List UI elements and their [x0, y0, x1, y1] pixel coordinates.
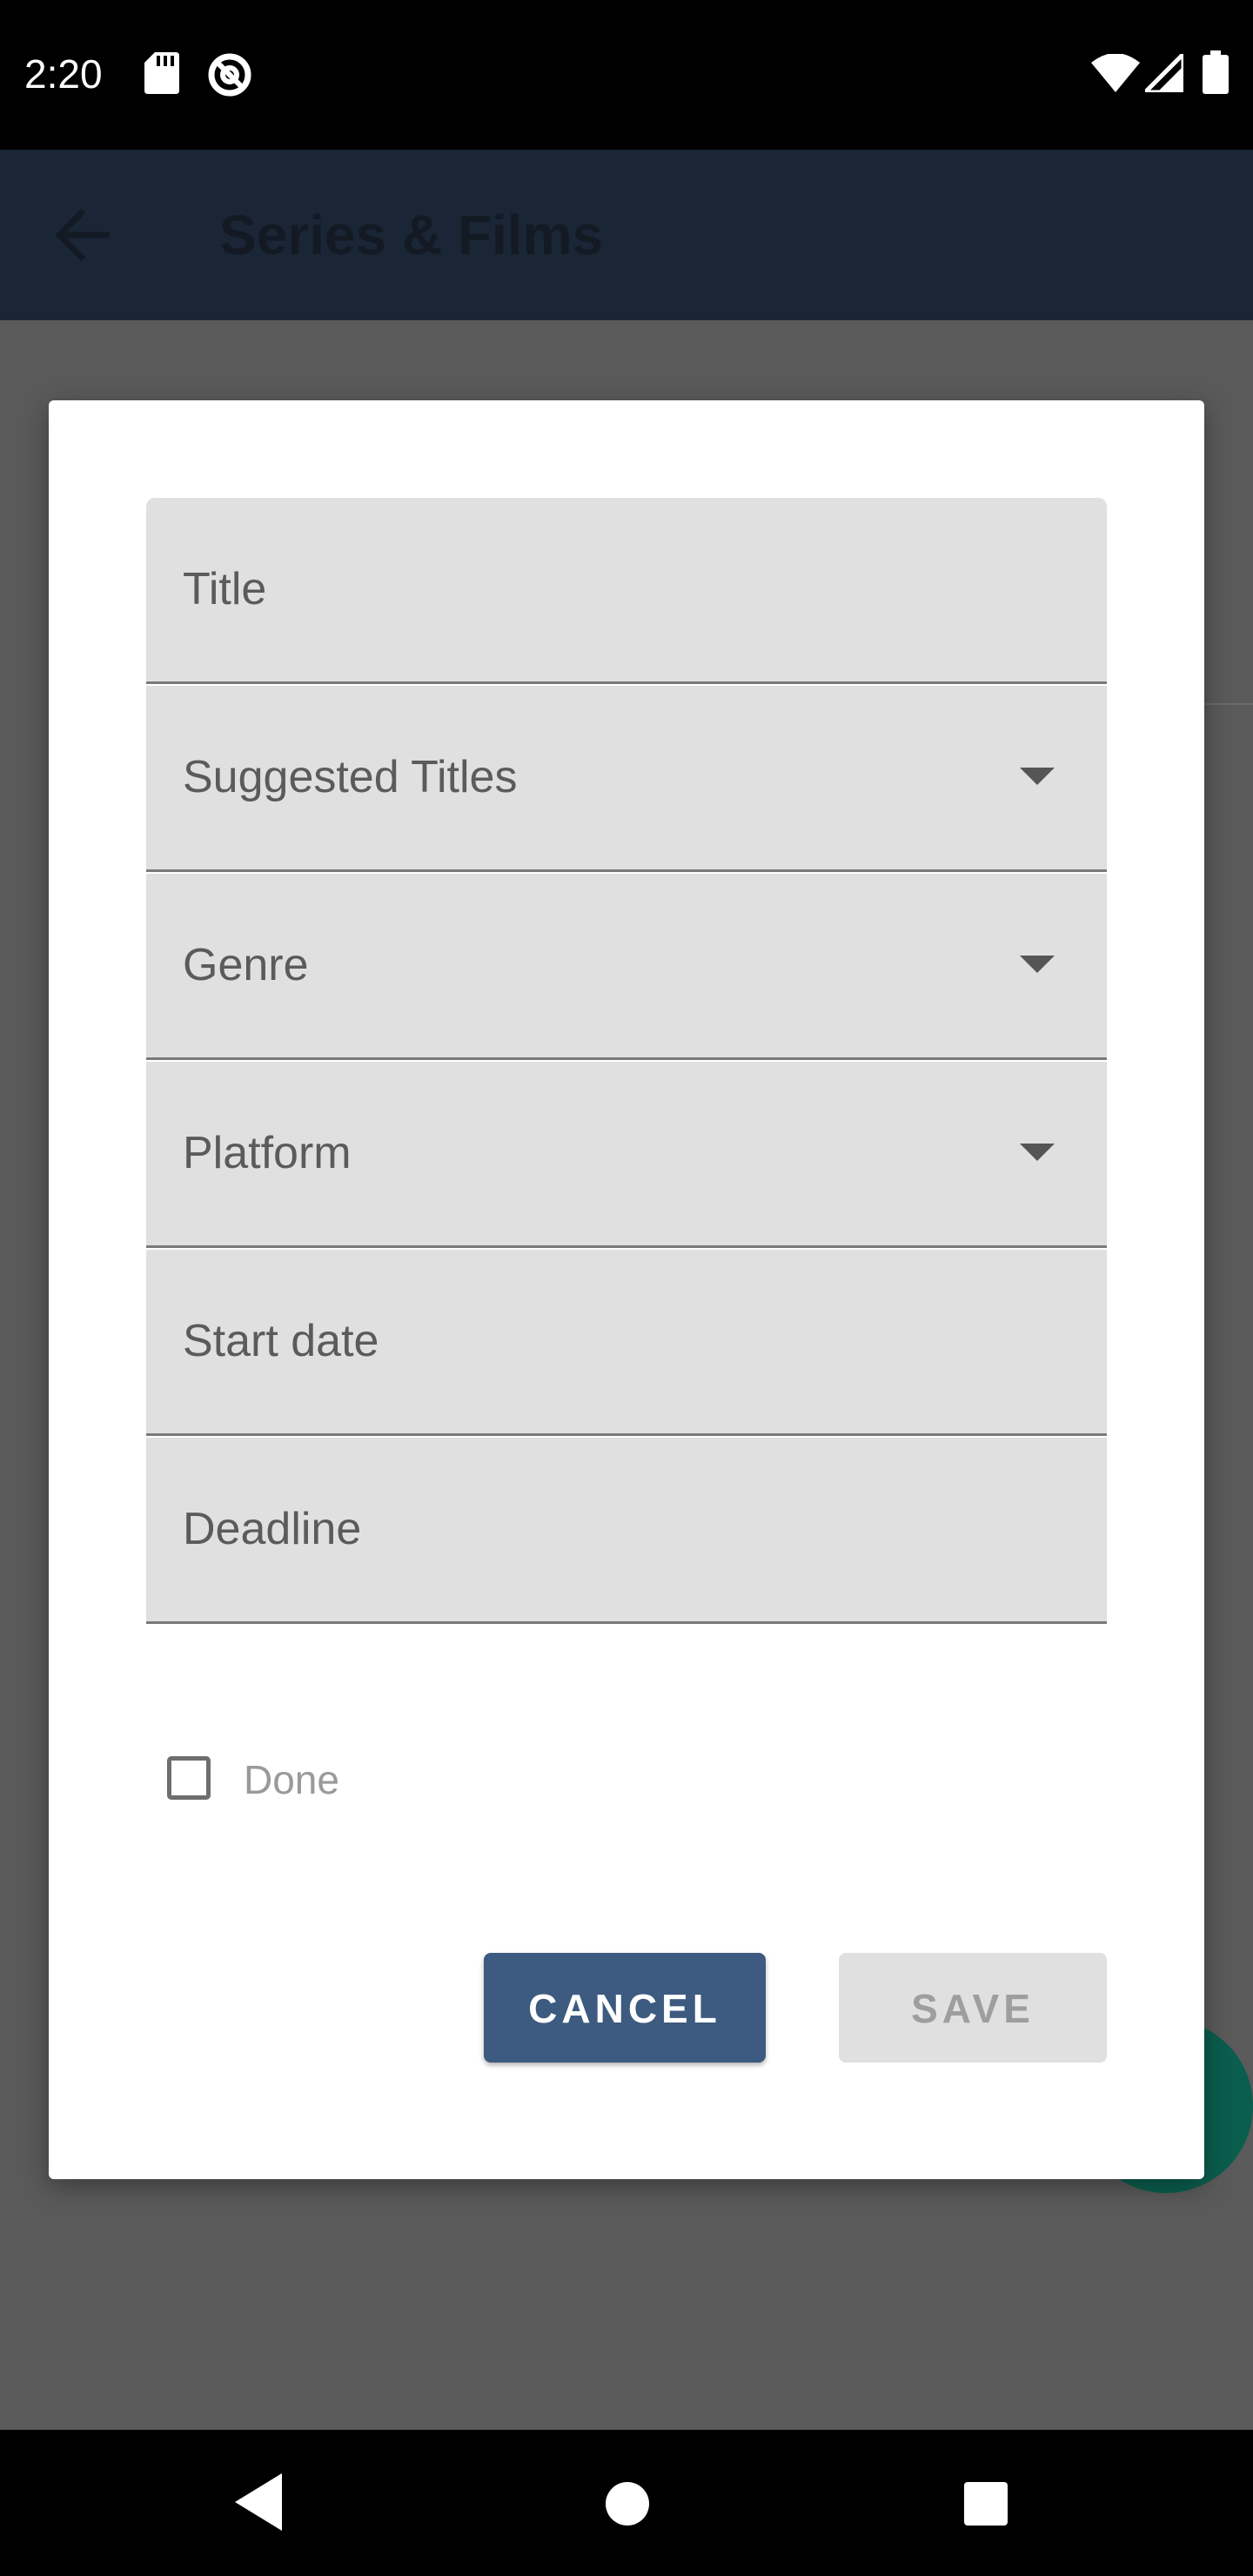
- app-bar: Series & Films: [0, 150, 1253, 320]
- do-not-disturb-icon: [208, 53, 251, 97]
- platform-label: Platform: [183, 1128, 352, 1178]
- dropdown-arrow-icon: [1020, 1144, 1055, 1161]
- done-checkbox[interactable]: [167, 1756, 211, 1800]
- signal-icon: [1145, 54, 1183, 92]
- title-field-label: Title: [183, 564, 267, 614]
- system-nav-bar: [0, 2430, 1253, 2576]
- status-bar: 2:20: [0, 0, 1253, 150]
- nav-recents-icon[interactable]: [964, 2482, 1008, 2526]
- platform-dropdown[interactable]: Platform: [146, 1062, 1107, 1248]
- battery-icon: [1203, 50, 1229, 94]
- deadline-field[interactable]: Deadline: [146, 1438, 1107, 1624]
- add-item-dialog: Title Suggested Titles Genre Platform St…: [49, 400, 1204, 2179]
- cancel-button[interactable]: CANCEL: [484, 1953, 766, 2063]
- dropdown-arrow-icon: [1020, 768, 1055, 785]
- save-button[interactable]: SAVE: [839, 1953, 1107, 2063]
- start-date-field[interactable]: Start date: [146, 1250, 1107, 1436]
- dropdown-arrow-icon: [1020, 956, 1055, 973]
- arrow-back-icon[interactable]: [52, 202, 118, 268]
- wifi-icon: [1091, 54, 1140, 92]
- suggested-titles-dropdown[interactable]: Suggested Titles: [146, 686, 1107, 872]
- deadline-label: Deadline: [183, 1504, 362, 1554]
- sd-card-icon: [144, 52, 179, 94]
- start-date-label: Start date: [183, 1316, 379, 1366]
- nav-home-icon[interactable]: [606, 2482, 649, 2526]
- genre-label: Genre: [183, 940, 309, 990]
- genre-dropdown[interactable]: Genre: [146, 874, 1107, 1060]
- done-label: Done: [244, 1757, 339, 1802]
- nav-back-icon[interactable]: [235, 2473, 282, 2531]
- suggested-titles-label: Suggested Titles: [183, 752, 518, 802]
- page-title: Series & Films: [219, 204, 604, 266]
- status-time: 2:20: [24, 51, 103, 97]
- title-field[interactable]: Title: [146, 498, 1107, 684]
